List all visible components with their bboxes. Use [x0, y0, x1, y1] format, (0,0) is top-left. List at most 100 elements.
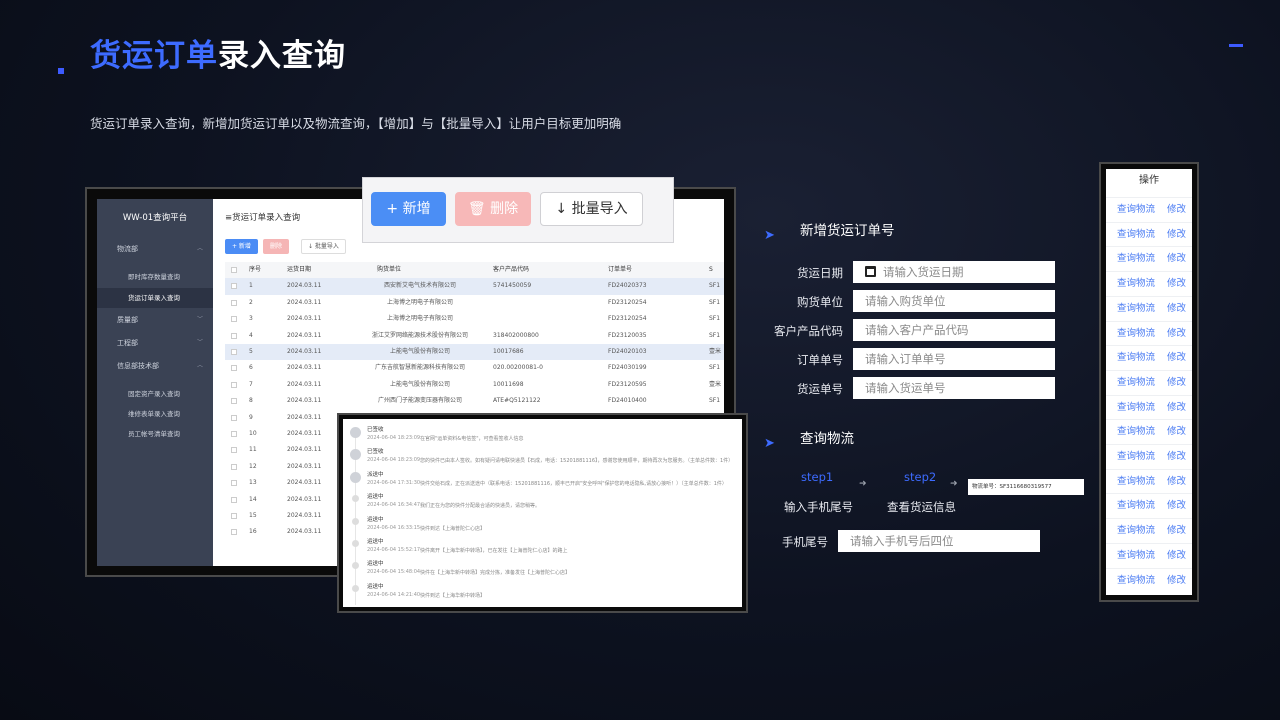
table-row[interactable]: 4 2024.03.11 浙江艾罗网络能源技术股份有限公司 318402000800 F…: [225, 328, 724, 344]
table-cell: 5: [249, 348, 253, 355]
row-checkbox[interactable]: [231, 463, 237, 470]
edit-link[interactable]: 修改: [1167, 445, 1186, 469]
row-checkbox[interactable]: [231, 513, 237, 519]
table-cell: ATE#Q5121122: [493, 397, 541, 405]
product-code-input[interactable]: 请输入客户产品代码: [853, 319, 1055, 341]
query-logistics-link[interactable]: 查询物流: [1117, 223, 1155, 247]
query-logistics-link[interactable]: 查询物流: [1117, 346, 1155, 370]
query-logistics-link[interactable]: 查询物流: [1117, 198, 1155, 222]
row-checkbox[interactable]: [231, 496, 237, 503]
query-logistics-link[interactable]: 查询物流: [1117, 396, 1155, 420]
query-logistics-link[interactable]: 查询物流: [1117, 470, 1155, 494]
query-logistics-link[interactable]: 查询物流: [1117, 569, 1155, 593]
table-row[interactable]: 2 2024.03.11 上海博之明电子有限公司 FD23120254 SF1: [225, 295, 724, 311]
operations-row: 查询物流 修改: [1106, 197, 1192, 222]
query-logistics-link[interactable]: 查询物流: [1117, 445, 1155, 469]
query-logistics-link[interactable]: 查询物流: [1117, 272, 1155, 296]
row-checkbox[interactable]: [231, 316, 237, 323]
order-no-input[interactable]: 请输入订单单号: [853, 348, 1055, 370]
ship-date-input[interactable]: 请输入货运日期: [853, 261, 1055, 283]
table-cell: 2024.03.11: [287, 282, 322, 290]
sidebar-group-it[interactable]: 信息部技术部 ︿: [97, 356, 213, 376]
select-all-checkbox[interactable]: [231, 267, 237, 273]
accent-square-decoration: [58, 68, 64, 74]
timeline-description: 快件交给石成，正在派送途中（联系电话：15201881116，顺丰已开启"安全呼…: [420, 480, 727, 487]
row-checkbox[interactable]: [231, 332, 237, 339]
operations-column-frame: 操作 查询物流 修改 查询物流 修改 查询物流 修改 查询物流 修改 查询物流 修改 查询物流 修改查…: [1099, 162, 1199, 602]
table-row[interactable]: 7 2024.03.11 上能电气股份有限公司 10011698 FD23120595 壹…: [225, 377, 724, 393]
query-logistics-link[interactable]: 查询物流: [1117, 494, 1155, 518]
row-checkbox[interactable]: [231, 381, 237, 388]
edit-link[interactable]: 修改: [1167, 371, 1186, 395]
import-button-small[interactable]: ↓ 批量导入: [301, 239, 346, 254]
row-checkbox[interactable]: [231, 431, 237, 437]
table-cell: FD24020103: [608, 348, 647, 355]
batch-import-button[interactable]: ↓ 批量导入: [540, 192, 643, 226]
buyer-input[interactable]: 请输入购货单位: [853, 290, 1055, 312]
edit-link[interactable]: 修改: [1167, 544, 1186, 568]
add-button[interactable]: + 新增: [371, 192, 446, 226]
query-logistics-link[interactable]: 查询物流: [1117, 297, 1155, 321]
table-cell: 1: [249, 282, 253, 290]
sidebar-group-logistics[interactable]: 物流部 ︿: [97, 239, 213, 259]
sidebar-item-repair-orders[interactable]: 维修表单录入查询: [97, 404, 213, 424]
edit-link[interactable]: 修改: [1167, 494, 1186, 518]
table-cell: 2024.03.11: [287, 348, 322, 355]
row-checkbox[interactable]: [231, 349, 237, 355]
edit-link[interactable]: 修改: [1167, 223, 1186, 247]
table-row[interactable]: 1 2024.03.11 西安新艾电气技术有限公司 5741450059 FD24020…: [225, 278, 724, 295]
edit-link[interactable]: 修改: [1167, 569, 1186, 593]
column-header: 运货日期: [287, 266, 312, 273]
query-logistics-link[interactable]: 查询物流: [1117, 322, 1155, 346]
operations-row: 查询物流 修改: [1106, 542, 1192, 568]
sidebar-group-quality[interactable]: 质量部 ﹀: [97, 310, 213, 330]
sidebar-item-realtime-stock[interactable]: 即时库存数量查询: [97, 267, 213, 287]
sidebar-item-staff-accounts[interactable]: 员工帐号清单查询: [97, 424, 213, 444]
row-checkbox[interactable]: [231, 480, 237, 487]
query-logistics-link[interactable]: 查询物流: [1117, 371, 1155, 395]
table-row[interactable]: 5 2024.03.11 上能电气股份有限公司 10017686 FD24020103 壹…: [225, 344, 724, 361]
edit-link[interactable]: 修改: [1167, 198, 1186, 222]
table-cell: 11: [249, 446, 257, 454]
edit-link[interactable]: 修改: [1167, 396, 1186, 420]
edit-link[interactable]: 修改: [1167, 346, 1186, 370]
table-cell: FD24030199: [608, 364, 647, 372]
row-checkbox[interactable]: [231, 398, 237, 405]
calendar-icon: [865, 266, 876, 277]
waybill-no-input[interactable]: 请输入货运单号: [853, 377, 1055, 399]
sidebar-item-fixed-assets[interactable]: 固定资产录入查询: [97, 384, 213, 404]
column-header: 客户产品代码: [493, 266, 530, 273]
edit-link[interactable]: 修改: [1167, 297, 1186, 321]
edit-link[interactable]: 修改: [1167, 272, 1186, 296]
row-checkbox[interactable]: [231, 414, 237, 421]
operations-row: 查询物流 修改: [1106, 295, 1192, 321]
phone-tail-input[interactable]: 请输入手机号后四位: [838, 530, 1040, 552]
table-cell: 10: [249, 430, 257, 437]
sidebar-group-engineering[interactable]: 工程部 ﹀: [97, 333, 213, 353]
query-logistics-link[interactable]: 查询物流: [1117, 247, 1155, 271]
table-row[interactable]: 3 2024.03.11 上海博之明电子有限公司 FD23120254 SF1: [225, 311, 724, 327]
row-checkbox[interactable]: [231, 299, 237, 306]
edit-link[interactable]: 修改: [1167, 470, 1186, 494]
edit-link[interactable]: 修改: [1167, 420, 1186, 444]
edit-link[interactable]: 修改: [1167, 247, 1186, 271]
play-arrow-icon: ➤: [764, 436, 775, 451]
timeline-time: 2024-06-04 18:23:09: [367, 435, 421, 441]
row-checkbox[interactable]: [231, 529, 237, 536]
row-checkbox[interactable]: [231, 365, 237, 372]
table-row[interactable]: 6 2024.03.11 广东吉航智慧新能源科技有限公司 020.00200081-0…: [225, 360, 724, 376]
query-logistics-link[interactable]: 查询物流: [1117, 420, 1155, 444]
query-logistics-link[interactable]: 查询物流: [1117, 544, 1155, 568]
row-checkbox[interactable]: [231, 447, 237, 454]
timeline-time: 2024-06-04 16:34:47: [367, 502, 421, 509]
add-button-small[interactable]: + 新增: [225, 239, 258, 254]
row-checkbox[interactable]: [231, 283, 237, 290]
sidebar-item-freight-entry[interactable]: 货运订单录入查询: [97, 288, 213, 308]
table-cell: 广州西门子能源变压器有限公司: [377, 397, 462, 405]
query-logistics-link[interactable]: 查询物流: [1117, 519, 1155, 543]
table-row[interactable]: 8 2024.03.11 广州西门子能源变压器有限公司 ATE#Q5121122 FD2…: [225, 393, 724, 409]
edit-link[interactable]: 修改: [1167, 519, 1186, 543]
delete-button-small[interactable]: 删除: [263, 239, 290, 254]
delete-button[interactable]: 🗑 删除: [455, 192, 531, 226]
edit-link[interactable]: 修改: [1167, 322, 1186, 346]
